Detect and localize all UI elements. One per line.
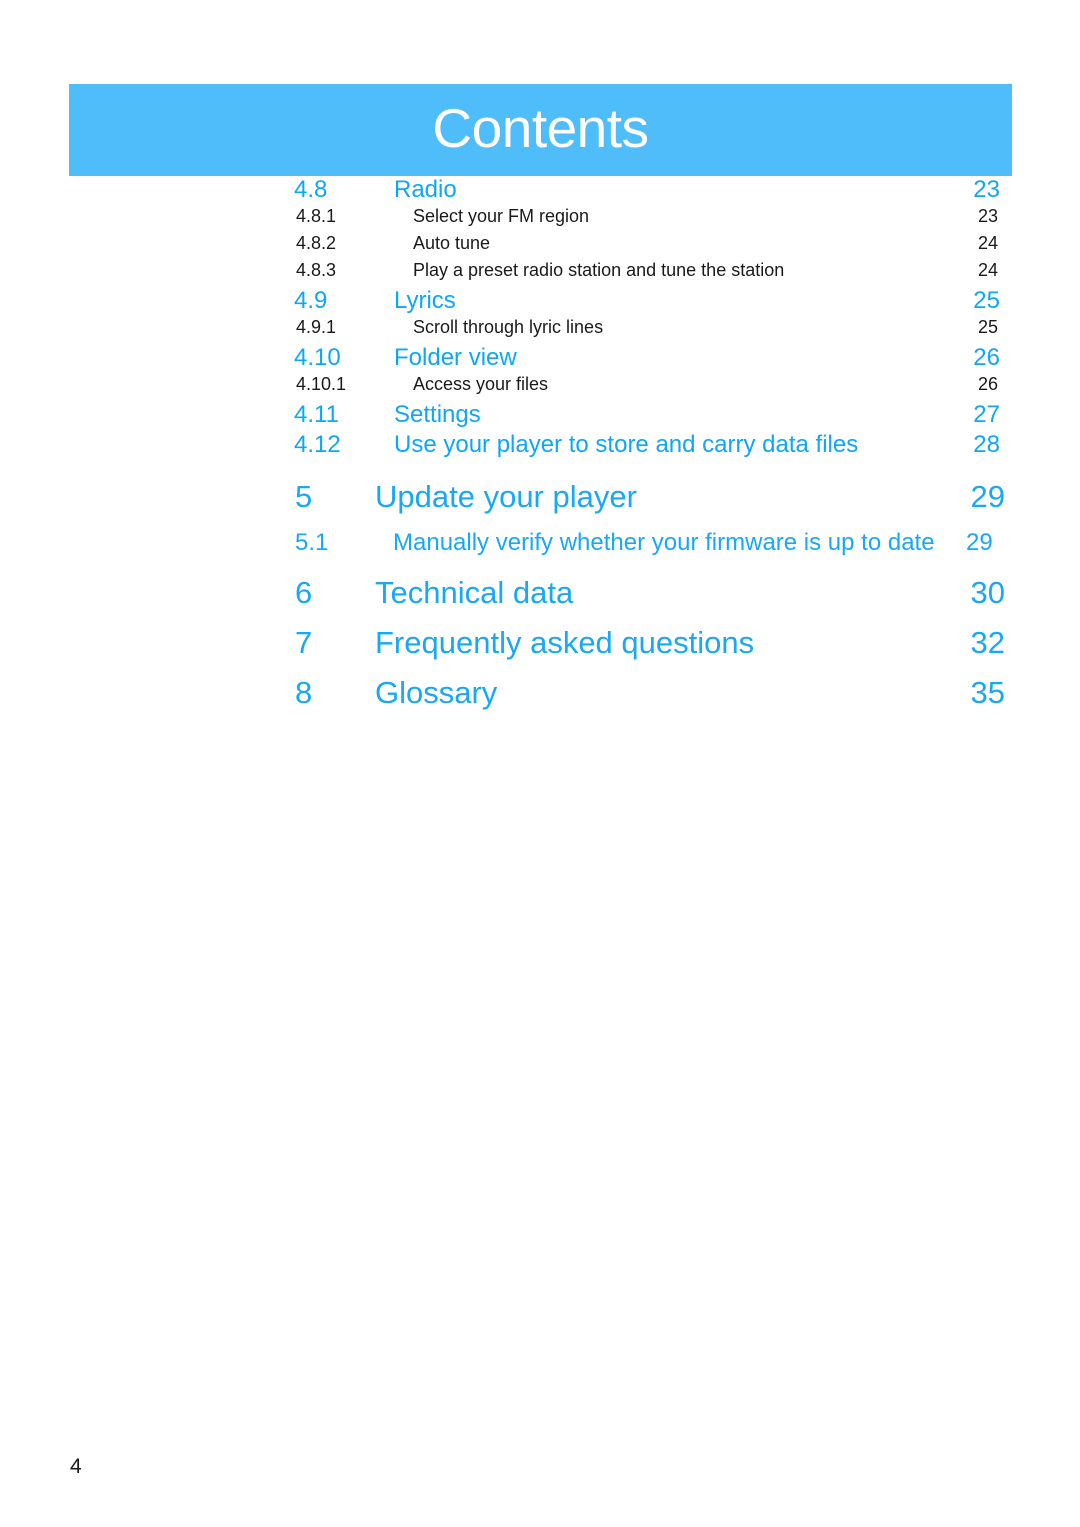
toc-entry-number: 4.12 [294, 431, 341, 458]
toc-entry-7[interactable]: 7 Frequently asked questions 32 [0, 625, 1080, 675]
toc-entry-page: 25 [973, 287, 1000, 314]
toc-entry-page: 35 [970, 675, 1005, 710]
toc-entry-label: Auto tune [413, 233, 491, 253]
page-title: Contents [432, 96, 649, 159]
toc-entry-label: Settings [394, 401, 481, 428]
toc-entry-6[interactable]: 6 Technical data 30 [0, 575, 1080, 625]
toc-entry-number: 4.8 [294, 176, 328, 203]
toc-entry-label: Access your files [413, 374, 549, 394]
toc-entry-4-9[interactable]: 4.9 Lyrics 25 [0, 287, 1080, 317]
toc-entry-label: Folder view [394, 344, 517, 371]
toc-entry-number: 4.9.1 [296, 317, 337, 337]
toc-entry-4-8-1[interactable]: 4.8.1 Select your FM region 23 [0, 206, 1080, 233]
toc-entry-label: Select your FM region [413, 206, 590, 226]
toc-entry-page: 25 [977, 317, 998, 337]
toc-entry-page: 29 [970, 479, 1005, 514]
toc-entry-label: Play a preset radio station and tune the… [413, 260, 785, 280]
toc-entry-label: Scroll through lyric lines [413, 317, 604, 337]
toc-entry-page: 23 [973, 176, 1000, 203]
contents-header-banner: Contents [69, 84, 1012, 176]
toc-entry-4-8-3[interactable]: 4.8.3 Play a preset radio station and tu… [0, 260, 1080, 287]
toc-entry-4-8-2[interactable]: 4.8.2 Auto tune 24 [0, 233, 1080, 260]
toc-entry-page: 26 [977, 374, 998, 394]
toc-entry-number: 5 [295, 479, 313, 514]
toc-entry-page: 24 [977, 233, 998, 253]
toc-entry-page: 28 [973, 431, 1000, 458]
footer-page-number: 4 [70, 1455, 82, 1478]
toc-entry-page: 29 [966, 529, 993, 556]
toc-entry-number: 4.11 [294, 401, 339, 428]
toc-entry-8[interactable]: 8 Glossary 35 [0, 675, 1080, 725]
toc-entry-4-8[interactable]: 4.8 Radio 23 [0, 176, 1080, 206]
toc-entry-label: Manually verify whether your firmware is… [393, 529, 935, 556]
toc-entry-label: Radio [394, 176, 457, 203]
toc-entry-page: 32 [970, 625, 1005, 660]
toc-entry-page: 30 [970, 575, 1005, 610]
toc-entry-page: 24 [977, 260, 998, 280]
toc-entry-number: 7 [295, 625, 313, 660]
toc-entry-label: Glossary [375, 675, 498, 710]
toc-entry-5[interactable]: 5 Update your player 29 [0, 479, 1080, 529]
toc-entry-number: 4.10 [294, 344, 341, 371]
toc-entry-page: 23 [977, 206, 998, 226]
toc-entry-page: 27 [973, 401, 1000, 428]
toc-entry-label: Technical data [375, 575, 574, 610]
toc-entry-4-9-1[interactable]: 4.9.1 Scroll through lyric lines 25 [0, 317, 1080, 344]
toc-entry-label: Frequently asked questions [375, 625, 755, 660]
toc-entry-label: Update your player [375, 479, 637, 514]
toc-entry-4-10[interactable]: 4.10 Folder view 26 [0, 344, 1080, 374]
toc-entry-4-12[interactable]: 4.12 Use your player to store and carry … [0, 431, 1080, 461]
toc-entry-number: 4.8.3 [296, 260, 337, 280]
toc-entry-number: 4.8.1 [296, 206, 337, 226]
toc-entry-4-11[interactable]: 4.11 Settings 27 [0, 401, 1080, 431]
toc-entry-number: 8 [295, 675, 313, 710]
toc-entry-number: 4.10.1 [296, 374, 347, 394]
toc-entry-4-10-1[interactable]: 4.10.1 Access your files 26 [0, 374, 1080, 401]
toc-entry-label: Lyrics [394, 287, 456, 314]
toc-entry-page: 26 [973, 344, 1000, 371]
toc-entry-number: 4.8.2 [296, 233, 337, 253]
toc-entry-number: 6 [295, 575, 313, 610]
toc-entry-number: 5.1 [295, 529, 329, 556]
table-of-contents: 4.8 Radio 23 4.8.1 Select your FM region… [0, 176, 1080, 725]
toc-entry-label: Use your player to store and carry data … [394, 431, 859, 458]
toc-entry-number: 4.9 [294, 287, 328, 314]
toc-entry-5-1[interactable]: 5.1 Manually verify whether your firmwar… [0, 529, 1080, 575]
